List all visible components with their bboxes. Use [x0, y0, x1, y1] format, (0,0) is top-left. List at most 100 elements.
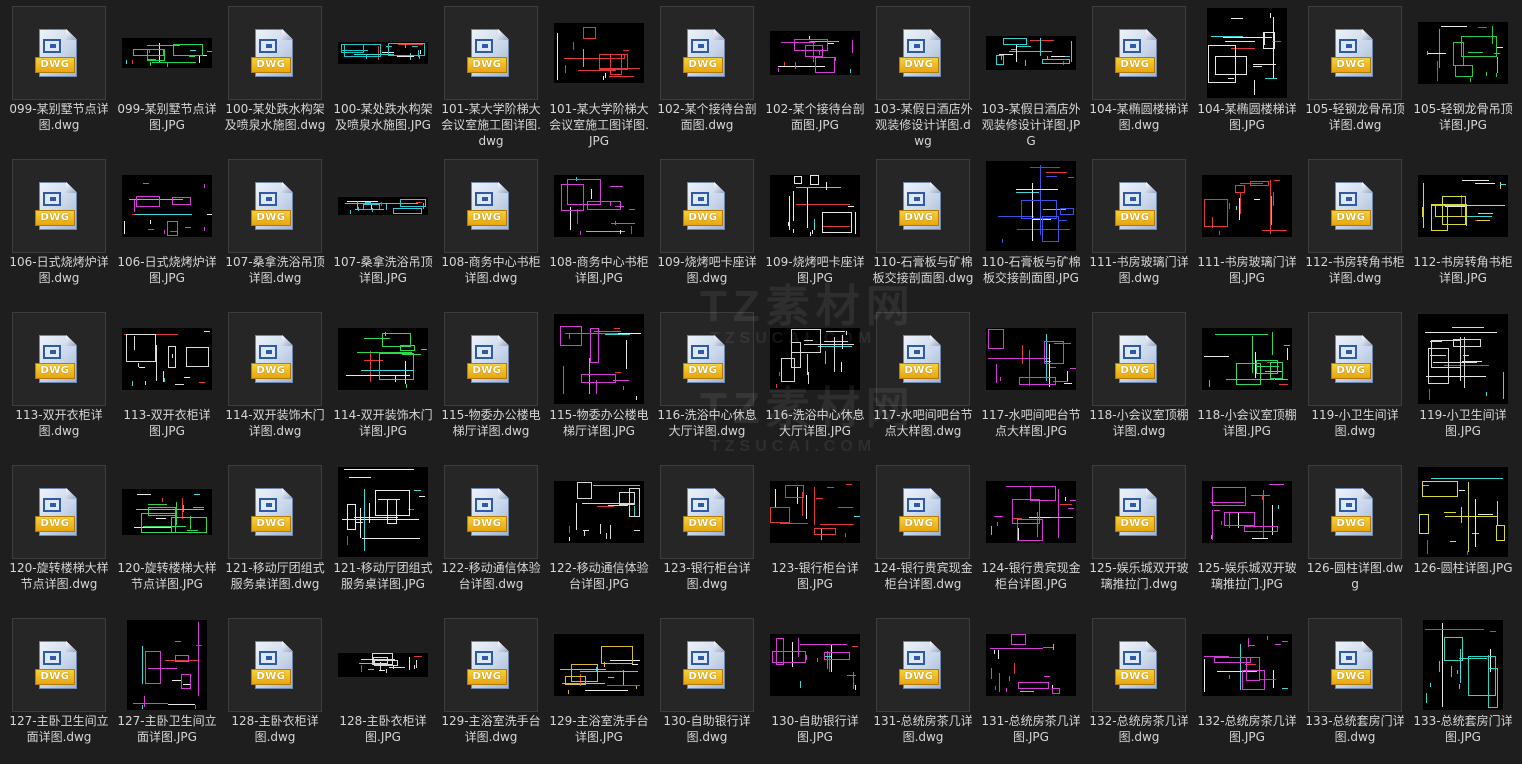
file-item-dwg[interactable]: DWG 118-小会议室顶棚详图.dwg: [1084, 308, 1189, 458]
file-item-jpg[interactable]: 099-某别墅节点详图.JPG: [112, 2, 217, 152]
file-name: 126-圆柱详图.dwg: [1306, 561, 1404, 591]
file-thumbnail: [1200, 159, 1294, 253]
file-item-jpg[interactable]: 120-旋转楼梯大样节点详图.JPG: [112, 461, 217, 611]
file-item-jpg[interactable]: 103-某假日酒店外观装修设计详图.JPG: [976, 2, 1081, 152]
file-item-jpg[interactable]: 101-某大学阶梯大会议室施工图详图.JPG: [544, 2, 649, 152]
file-item-jpg[interactable]: 124-银行贵宾现金柜台详图.JPG: [976, 461, 1081, 611]
file-item-dwg[interactable]: DWG 110-石膏板与矿棉板交接剖面图.dwg: [868, 155, 973, 305]
file-name: 127-主卧卫生间立面详图.dwg: [9, 714, 109, 744]
file-name: 129-主浴室洗手台详图.JPG: [549, 714, 649, 744]
file-item-dwg[interactable]: DWG 123-银行柜台详图.dwg: [652, 461, 756, 611]
file-item-dwg[interactable]: DWG 131-总统房茶几详图.dwg: [868, 614, 973, 764]
file-item-jpg[interactable]: 133-总统套房门详图.JPG: [1408, 614, 1513, 764]
file-item-jpg[interactable]: 122-移动通信体验台详图.JPG: [544, 461, 649, 611]
file-item-jpg[interactable]: 113-双开衣柜详图.JPG: [112, 308, 216, 458]
file-item-dwg[interactable]: DWG 102-某个接待台剖面图.dwg: [652, 2, 757, 152]
file-item-jpg[interactable]: 110-石膏板与矿棉板交接剖面图.JPG: [976, 155, 1081, 305]
file-item-jpg[interactable]: 130-自助银行详图.JPG: [760, 614, 864, 764]
file-item-dwg[interactable]: DWG 122-移动通信体验台详图.dwg: [436, 461, 541, 611]
dwg-file-icon: DWG: [899, 333, 945, 385]
file-item-jpg[interactable]: 121-移动厅团组式服务桌详图.JPG: [328, 461, 433, 611]
file-item-dwg[interactable]: DWG 100-某处跌水构架及喷泉水施图.dwg: [220, 2, 325, 152]
file-name: 130-自助银行详图.dwg: [663, 714, 751, 744]
cad-drawing-preview: [122, 328, 212, 390]
file-item-jpg[interactable]: 108-商务中心书柜详图.JPG: [544, 155, 649, 305]
file-thumbnail: [1200, 6, 1294, 100]
file-item-dwg[interactable]: DWG 101-某大学阶梯大会议室施工图详图.dwg: [436, 2, 541, 152]
file-item-dwg[interactable]: DWG 113-双开衣柜详图.dwg: [4, 308, 108, 458]
file-name: 126-圆柱详图.JPG: [1413, 561, 1513, 575]
file-item-dwg[interactable]: DWG 104-某椭圆楼梯详图.dwg: [1084, 2, 1189, 152]
file-name: 124-银行贵宾现金柜台详图.dwg: [873, 561, 973, 591]
file-item-jpg[interactable]: 132-总统房茶几详图.JPG: [1192, 614, 1297, 764]
file-item-jpg[interactable]: 128-主卧衣柜详图.JPG: [328, 614, 432, 764]
file-item-jpg[interactable]: 115-物委办公楼电梯厅详图.JPG: [544, 308, 649, 458]
file-item-dwg[interactable]: DWG 128-主卧衣柜详图.dwg: [220, 614, 324, 764]
file-item-dwg[interactable]: DWG 106-日式烧烤炉详图.dwg: [4, 155, 109, 305]
file-item-dwg[interactable]: DWG 099-某别墅节点详图.dwg: [4, 2, 109, 152]
file-item-dwg[interactable]: DWG 109-烧烤吧卡座详图.dwg: [652, 155, 757, 305]
file-thumbnail: DWG: [1308, 6, 1402, 100]
file-item-jpg[interactable]: 100-某处跌水构架及喷泉水施图.JPG: [328, 2, 433, 152]
file-name: 119-小卫生间详图.dwg: [1311, 408, 1399, 438]
file-item-dwg[interactable]: DWG 105-轻钢龙骨吊顶详图.dwg: [1300, 2, 1405, 152]
file-item-dwg[interactable]: DWG 103-某假日酒店外观装修设计详图.dwg: [868, 2, 973, 152]
file-item-jpg[interactable]: 111-书房玻璃门详图.JPG: [1192, 155, 1297, 305]
file-item-dwg[interactable]: DWG 121-移动厅团组式服务桌详图.dwg: [220, 461, 325, 611]
file-item-dwg[interactable]: DWG 112-书房转角书柜详图.dwg: [1300, 155, 1405, 305]
dwg-icon-label: DWG: [899, 516, 939, 532]
file-item-dwg[interactable]: DWG 130-自助银行详图.dwg: [652, 614, 756, 764]
file-item-jpg[interactable]: 107-桑拿洗浴吊顶详图.JPG: [328, 155, 433, 305]
file-item-jpg[interactable]: 117-水吧间吧台节点大样图.JPG: [976, 308, 1081, 458]
cad-drawing-preview: [127, 620, 207, 710]
file-thumbnail: [768, 159, 862, 253]
cad-drawing-preview: [1202, 634, 1292, 696]
file-item-dwg[interactable]: DWG 132-总统房茶几详图.dwg: [1084, 614, 1189, 764]
dwg-icon-label: DWG: [1331, 57, 1371, 73]
file-name: 107-桑拿洗浴吊顶详图.dwg: [225, 255, 325, 285]
file-item-jpg[interactable]: 114-双开装饰木门详图.JPG: [328, 308, 433, 458]
file-name: 099-某别墅节点详图.dwg: [9, 102, 109, 132]
file-item-jpg[interactable]: 129-主浴室洗手台详图.JPG: [544, 614, 649, 764]
file-thumbnail: [336, 6, 430, 100]
file-item-dwg[interactable]: DWG 116-洗浴中心休息大厅详图.dwg: [652, 308, 757, 458]
file-item-dwg[interactable]: DWG 129-主浴室洗手台详图.dwg: [436, 614, 541, 764]
cad-drawing-preview: [554, 23, 644, 83]
file-item-dwg[interactable]: DWG 127-主卧卫生间立面详图.dwg: [4, 614, 109, 764]
file-name: 101-某大学阶梯大会议室施工图详图.dwg: [441, 102, 541, 148]
file-thumbnail: DWG: [12, 6, 106, 100]
file-item-jpg[interactable]: 127-主卧卫生间立面详图.JPG: [112, 614, 217, 764]
file-item-jpg[interactable]: 106-日式烧烤炉详图.JPG: [112, 155, 217, 305]
file-item-jpg[interactable]: 116-洗浴中心休息大厅详图.JPG: [760, 308, 865, 458]
file-item-dwg[interactable]: DWG 125-娱乐城双开玻璃推拉门.dwg: [1084, 461, 1189, 611]
file-item-jpg[interactable]: 102-某个接待台剖面图.JPG: [760, 2, 865, 152]
file-item-dwg[interactable]: DWG 107-桑拿洗浴吊顶详图.dwg: [220, 155, 325, 305]
file-item-jpg[interactable]: 109-烧烤吧卡座详图.JPG: [760, 155, 865, 305]
file-thumbnail: DWG: [876, 159, 970, 253]
dwg-icon-label: DWG: [35, 57, 75, 73]
file-item-dwg[interactable]: DWG 108-商务中心书柜详图.dwg: [436, 155, 541, 305]
dwg-file-icon: DWG: [1331, 27, 1377, 79]
file-item-dwg[interactable]: DWG 115-物委办公楼电梯厅详图.dwg: [436, 308, 541, 458]
file-item-dwg[interactable]: DWG 126-圆柱详图.dwg: [1300, 461, 1404, 611]
file-item-jpg[interactable]: 118-小会议室顶棚详图.JPG: [1192, 308, 1297, 458]
file-item-jpg[interactable]: 126-圆柱详图.JPG: [1408, 461, 1513, 611]
file-item-jpg[interactable]: 123-银行柜台详图.JPG: [760, 461, 864, 611]
file-item-jpg[interactable]: 104-某椭圆楼梯详图.JPG: [1192, 2, 1297, 152]
file-name: 121-移动厅团组式服务桌详图.JPG: [333, 561, 433, 591]
file-item-dwg[interactable]: DWG 111-书房玻璃门详图.dwg: [1084, 155, 1189, 305]
file-item-jpg[interactable]: 125-娱乐城双开玻璃推拉门.JPG: [1192, 461, 1297, 611]
file-item-dwg[interactable]: DWG 133-总统套房门详图.dwg: [1300, 614, 1405, 764]
file-item-jpg[interactable]: 119-小卫生间详图.JPG: [1408, 308, 1512, 458]
file-item-dwg[interactable]: DWG 114-双开装饰木门详图.dwg: [220, 308, 325, 458]
file-item-dwg[interactable]: DWG 120-旋转楼梯大样节点详图.dwg: [4, 461, 109, 611]
file-item-jpg[interactable]: 105-轻钢龙骨吊顶详图.JPG: [1408, 2, 1513, 152]
file-thumbnail: [984, 159, 1078, 253]
file-item-jpg[interactable]: 131-总统房茶几详图.JPG: [976, 614, 1081, 764]
file-name: 117-水吧间吧台节点大样图.dwg: [873, 408, 973, 438]
file-item-dwg[interactable]: DWG 124-银行贵宾现金柜台详图.dwg: [868, 461, 973, 611]
file-item-dwg[interactable]: DWG 119-小卫生间详图.dwg: [1300, 308, 1404, 458]
file-item-dwg[interactable]: DWG 117-水吧间吧台节点大样图.dwg: [868, 308, 973, 458]
file-grid: DWG 099-某别墅节点详图.dwg 099-某别墅节点详图.JPG DWG 100-…: [0, 0, 1522, 744]
file-item-jpg[interactable]: 112-书房转角书柜详图.JPG: [1408, 155, 1513, 305]
